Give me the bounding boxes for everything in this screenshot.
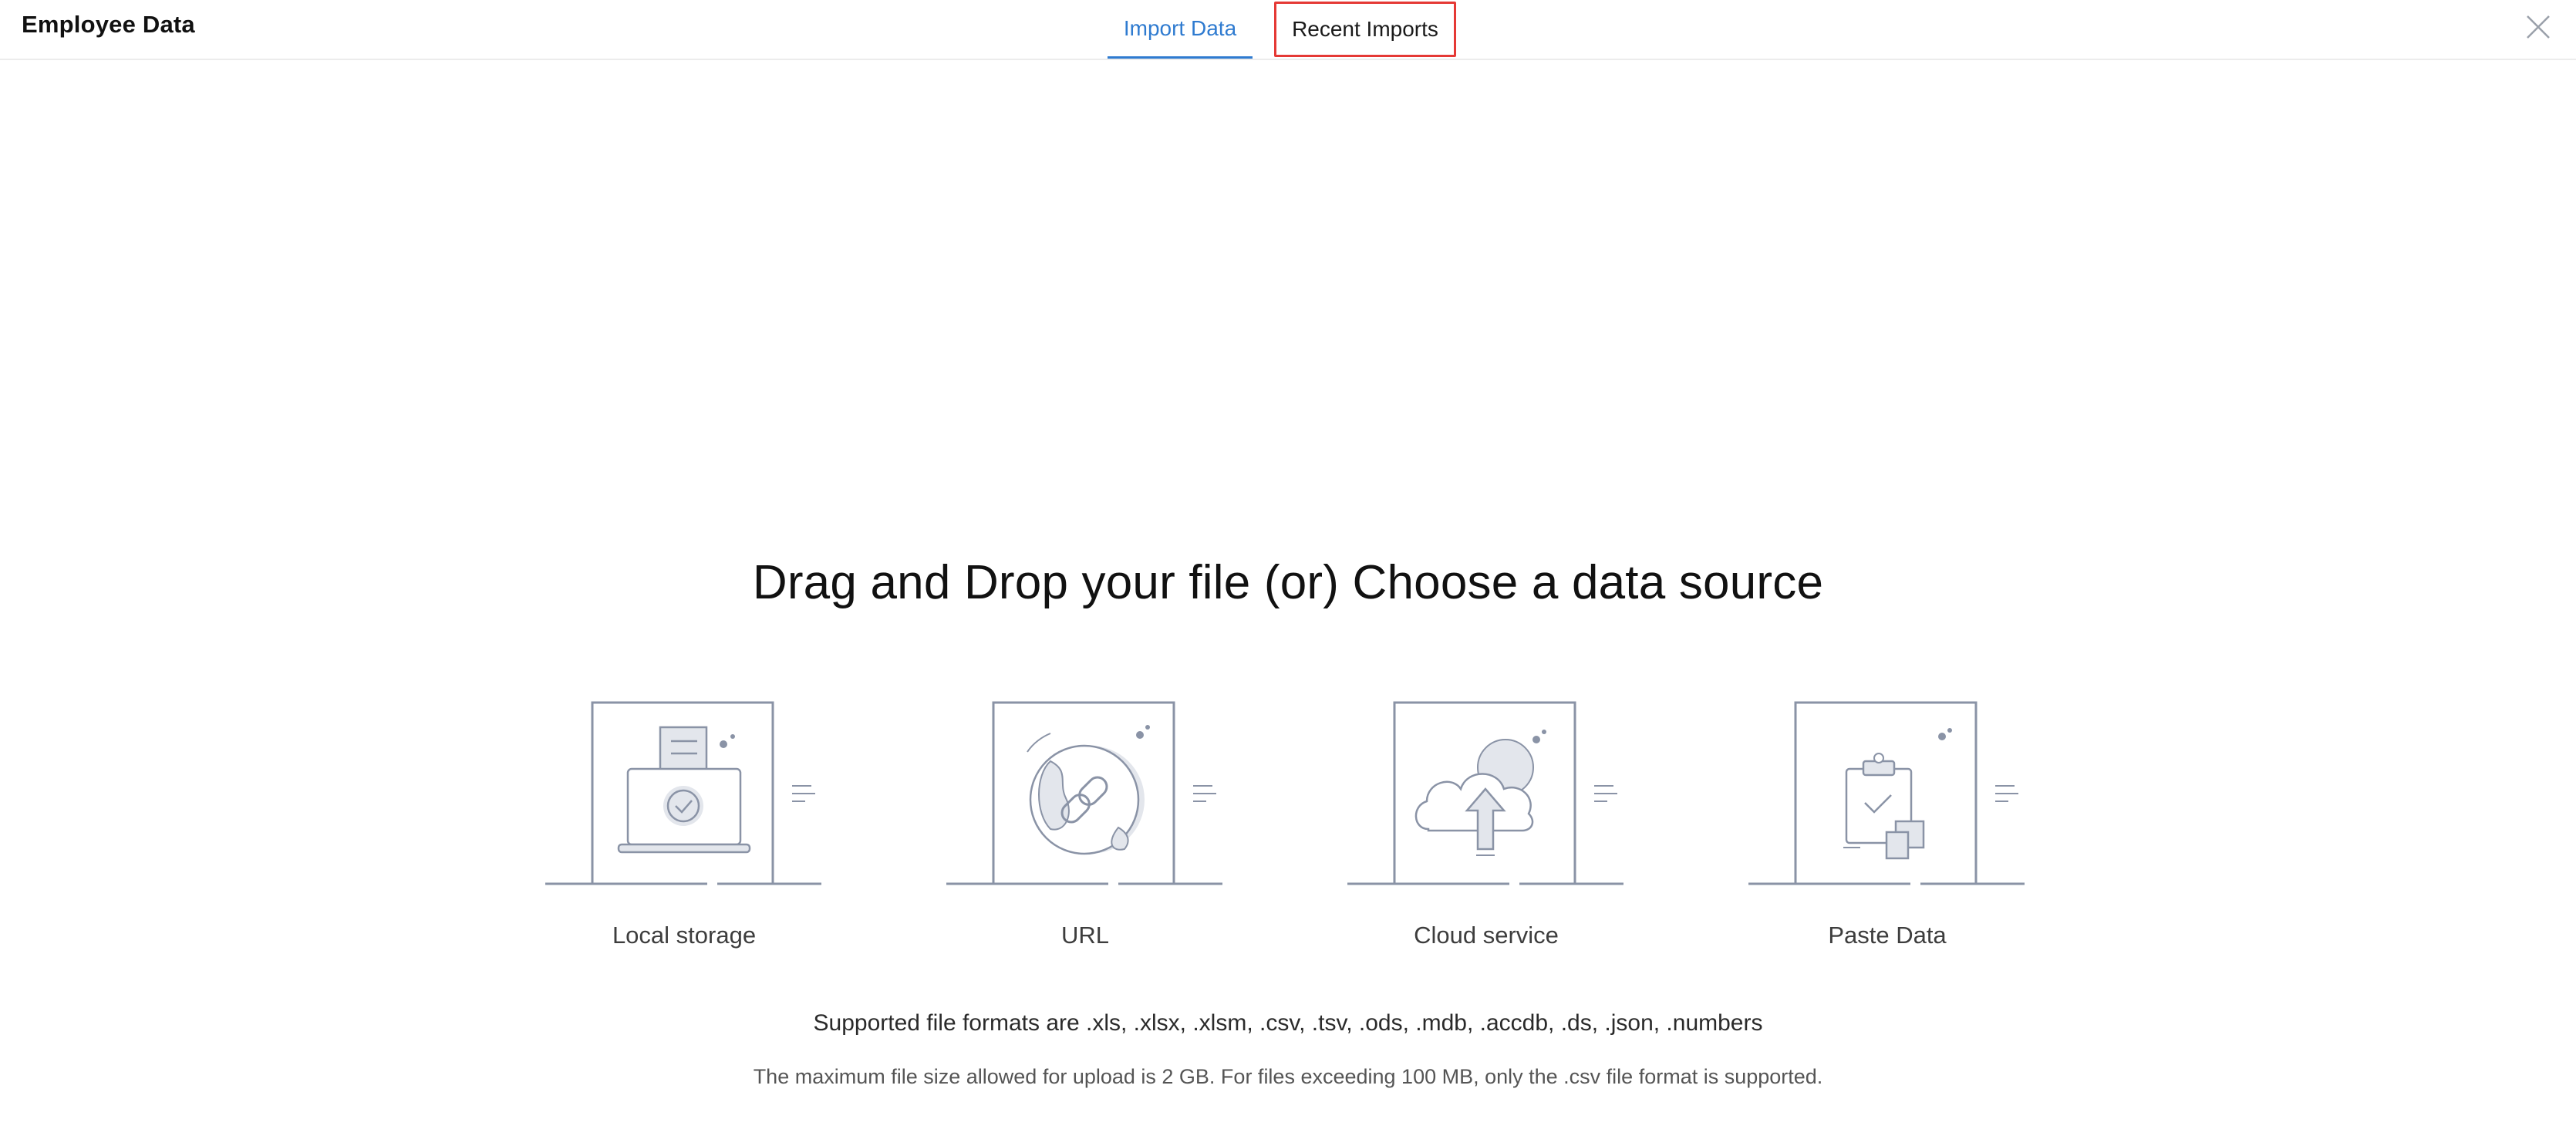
source-local-storage[interactable]: Local storage: [541, 698, 827, 960]
globe-link-icon: [946, 701, 1222, 885]
source-cloud-service[interactable]: Cloud service: [1344, 698, 1629, 960]
laptop-upload-icon: [545, 701, 821, 885]
source-label: Cloud service: [1414, 922, 1559, 949]
tab-recent-imports[interactable]: Recent Imports: [1274, 2, 1456, 57]
page-title: Employee Data: [22, 11, 195, 38]
file-size-limit-text: The maximum file size allowed for upload…: [753, 1065, 1823, 1088]
source-label: URL: [1060, 922, 1109, 949]
top-bar: Employee Data Import Data Recent Imports: [0, 0, 2576, 60]
close-button[interactable]: [2525, 14, 2551, 40]
close-icon: [2527, 15, 2550, 39]
supported-formats-text: Supported file formats are .xls, .xlsx, …: [813, 1010, 1763, 1036]
source-url[interactable]: URL: [942, 698, 1228, 960]
cloud-upload-icon: [1347, 701, 1623, 885]
source-paste-data[interactable]: Paste Data: [1745, 698, 2030, 960]
clipboard-paste-icon: [1748, 701, 2025, 885]
tab-import-data[interactable]: Import Data: [1108, 0, 1253, 59]
source-label: Paste Data: [1828, 922, 1947, 949]
drop-zone-headline: Drag and Drop your file (or) Choose a da…: [752, 556, 1824, 609]
source-label: Local storage: [612, 922, 757, 949]
